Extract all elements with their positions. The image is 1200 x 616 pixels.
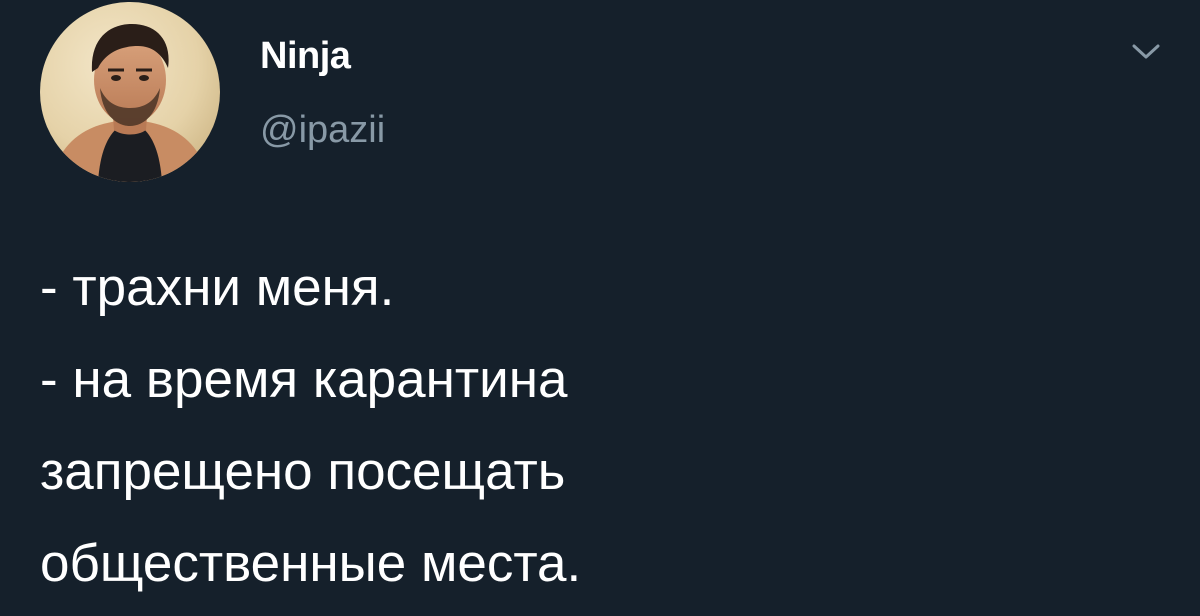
tweet-card: Ninja @ipazii - трахни меня. - на время …	[0, 0, 1200, 616]
user-handle[interactable]: @ipazii	[260, 108, 385, 152]
avatar[interactable]	[40, 2, 220, 182]
tweet-text-line: - на время карантина	[40, 350, 568, 409]
tweet-text: - трахни меня. - на время карантина запр…	[40, 242, 1160, 610]
chevron-down-icon	[1132, 44, 1160, 59]
tweet-text-line: запрещено посещать	[40, 442, 566, 501]
tweet-menu-button[interactable]	[1120, 30, 1172, 74]
tweet-text-line: общественные места.	[40, 534, 582, 593]
tweet-text-line: - трахни меня.	[40, 258, 395, 317]
display-name[interactable]: Ninja	[260, 34, 351, 78]
avatar-photo	[40, 2, 220, 182]
